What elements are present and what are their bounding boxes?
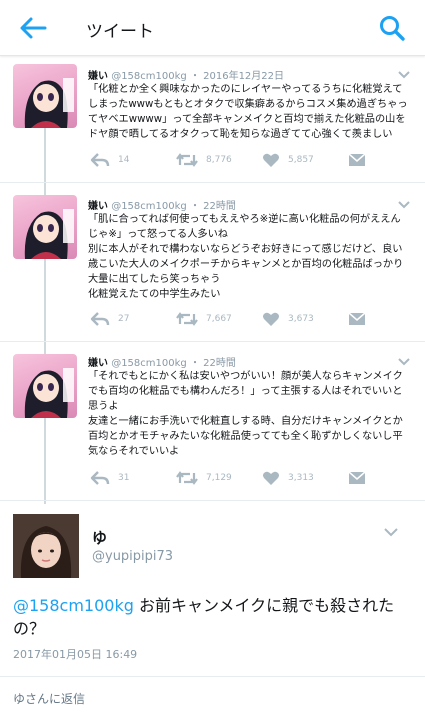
tweet-text: @158cm100kg お前キャンメイクに親でも殺された の？: [13, 596, 395, 638]
retweet-button[interactable]: 8,776: [176, 150, 232, 170]
thread-connector-line: [44, 104, 46, 504]
tweet-timestamp: 22時間: [203, 358, 236, 369]
author-name[interactable]: 嫌い: [88, 201, 108, 212]
top-bar: ツイート: [0, 0, 425, 56]
avatar[interactable]: [13, 354, 77, 418]
chevron-down-icon[interactable]: [397, 70, 411, 80]
retweet-button[interactable]: 7,129: [176, 468, 232, 488]
heart-icon: [263, 471, 279, 485]
like-count: 5,857: [288, 155, 314, 165]
like-button[interactable]: 5,857: [262, 150, 314, 170]
tweet-text: 「化粧とか全く興味なかったのにレイヤーやってるうちに化粧覚えて しまったwwwも…: [88, 84, 408, 140]
envelope-icon: [348, 312, 366, 325]
reply-icon: [90, 312, 110, 326]
envelope-icon: [348, 153, 366, 166]
reply-button[interactable]: 31: [90, 468, 129, 488]
page-title: ツイート: [86, 22, 154, 42]
divider: [0, 500, 425, 501]
reply-button[interactable]: 27: [90, 309, 129, 329]
avatar[interactable]: [13, 514, 79, 578]
search-icon[interactable]: [378, 14, 406, 42]
tweet-actions: 27 7,667 3,673: [88, 309, 388, 329]
reply-count: 27: [118, 314, 130, 324]
avatar[interactable]: [13, 195, 77, 259]
retweet-count: 8,776: [206, 155, 232, 165]
divider: [0, 676, 425, 677]
reply-button[interactable]: 14: [90, 150, 129, 170]
author-handle[interactable]: @158cm100kg: [111, 201, 187, 212]
retweet-icon: [176, 312, 198, 326]
dm-button[interactable]: [348, 309, 366, 329]
tweet-actions: 14 8,776 5,857: [88, 150, 388, 170]
divider: [0, 182, 425, 183]
back-arrow-icon[interactable]: [18, 14, 48, 42]
tweet-actions: 31 7,129 3,313: [88, 468, 388, 488]
tweet-text: 「肌に合ってれば何使ってもええやろ※逆に高い化粧品の何がええん じゃ※」って怒っ…: [88, 214, 404, 300]
like-count: 3,313: [288, 473, 314, 483]
dm-button[interactable]: [348, 468, 366, 488]
divider: [0, 341, 425, 342]
chevron-down-icon[interactable]: [383, 527, 399, 539]
retweet-count: 7,667: [206, 314, 232, 324]
envelope-icon: [348, 471, 366, 484]
tweet-text: 「それでもとにかく私は安いやつがいい！顔が美人ならキャンメイク でも百均の化粧品…: [88, 371, 403, 457]
like-count: 3,673: [288, 314, 314, 324]
author-handle[interactable]: @yupipipi73: [92, 549, 173, 564]
reply-input[interactable]: ゆさんに返信: [13, 690, 85, 707]
like-button[interactable]: 3,313: [262, 468, 314, 488]
tweet-timestamp: 2016年12月22日: [203, 71, 285, 82]
like-button[interactable]: 3,673: [262, 309, 314, 329]
author-handle[interactable]: @158cm100kg: [111, 71, 187, 82]
heart-icon: [263, 312, 279, 326]
retweet-count: 7,129: [206, 473, 232, 483]
author-handle[interactable]: @158cm100kg: [111, 358, 187, 369]
retweet-icon: [176, 471, 198, 485]
chevron-down-icon[interactable]: [397, 200, 411, 210]
chevron-down-icon[interactable]: [397, 357, 411, 367]
heart-icon: [263, 153, 279, 167]
author-name[interactable]: ゆ: [92, 527, 107, 548]
retweet-button[interactable]: 7,667: [176, 309, 232, 329]
mention-link[interactable]: @158cm100kg: [13, 596, 134, 615]
tweet-timestamp: 22時間: [203, 201, 236, 212]
reply-count: 31: [118, 473, 130, 483]
dm-button[interactable]: [348, 150, 366, 170]
retweet-icon: [176, 153, 198, 167]
reply-count: 14: [118, 155, 130, 165]
author-name[interactable]: 嫌い: [88, 358, 108, 369]
avatar[interactable]: [13, 64, 77, 128]
reply-icon: [90, 153, 110, 167]
tweet-timestamp: 2017年01月05日 16:49: [13, 648, 138, 661]
author-name[interactable]: 嫌い: [88, 71, 108, 82]
reply-icon: [90, 471, 110, 485]
